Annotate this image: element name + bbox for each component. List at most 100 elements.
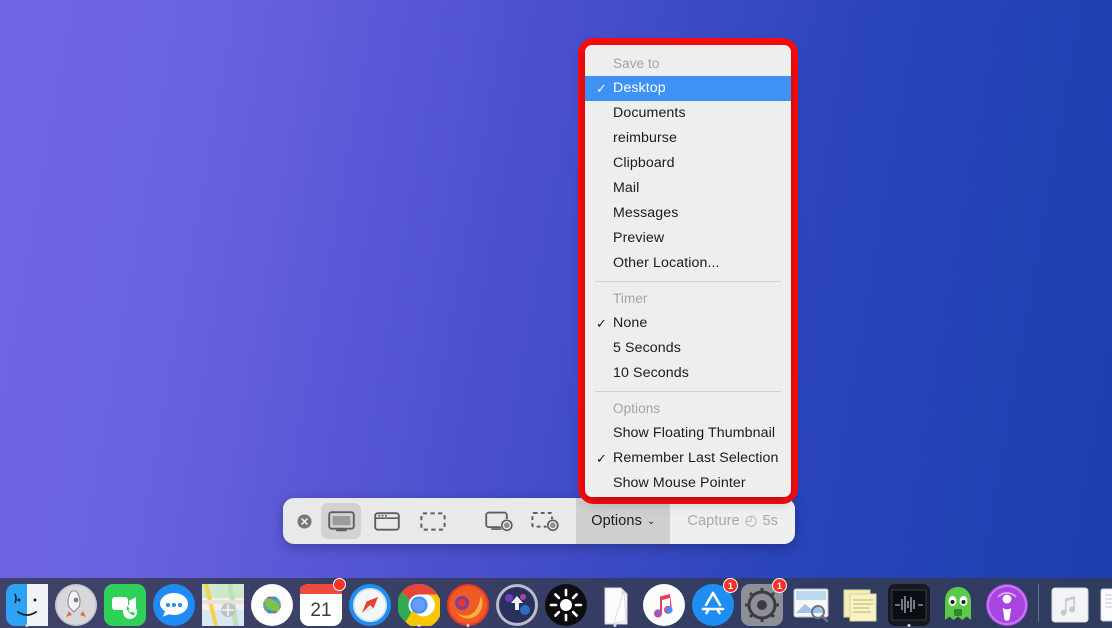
menu-separator <box>595 391 781 392</box>
capture-timer-value: 5s <box>762 513 778 529</box>
options-dropdown-menu: Save to ✓ Desktop Documents reimburse Clipboa… <box>585 45 791 497</box>
airdrop-icon <box>496 584 538 626</box>
podcasts-icon <box>986 584 1028 626</box>
dock-divider <box>1038 584 1039 622</box>
menu-item-label: 5 Seconds <box>613 340 681 356</box>
menu-item-messages[interactable]: Messages <box>585 201 791 226</box>
finder-icon <box>6 584 48 626</box>
launchpad-icon <box>55 584 97 626</box>
capture-selected-window-button[interactable] <box>367 503 407 539</box>
dock-item-finder[interactable] <box>4 580 50 626</box>
checkmark-icon: ✓ <box>596 314 607 333</box>
running-indicator <box>614 624 617 627</box>
menu-item-other-location[interactable]: Other Location... <box>585 251 791 276</box>
capture-entire-screen-button[interactable] <box>321 503 361 539</box>
menu-section-header: Timer <box>585 286 791 311</box>
menu-item-mail[interactable]: Mail <box>585 176 791 201</box>
record-entire-screen-button[interactable] <box>479 503 519 539</box>
music-stack-icon <box>1049 584 1091 626</box>
options-button-label: Options <box>591 513 642 529</box>
menu-item-10-seconds[interactable]: 10 Seconds <box>585 361 791 386</box>
menu-item-label: Desktop <box>613 80 666 96</box>
menu-item-label: Mail <box>613 180 639 196</box>
dock-item-airdrop[interactable] <box>494 580 540 626</box>
menu-item-desktop[interactable]: ✓ Desktop <box>585 76 791 101</box>
notification-badge: 1 <box>772 578 787 593</box>
dock-item-maps[interactable] <box>200 580 246 626</box>
facetime-icon <box>104 584 146 626</box>
pages-icon <box>594 584 636 626</box>
menu-item-label: Show Mouse Pointer <box>613 475 746 491</box>
menu-item-5-seconds[interactable]: 5 Seconds <box>585 336 791 361</box>
menu-item-preview[interactable]: Preview <box>585 226 791 251</box>
dock-item-calendar[interactable]: 21 <box>298 580 344 626</box>
audio-editor-icon <box>888 584 930 626</box>
menu-item-show-floating-thumbnail[interactable]: Show Floating Thumbnail <box>585 421 791 446</box>
menu-item-label: Other Location... <box>613 255 720 271</box>
menu-item-label: None <box>613 315 647 331</box>
notification-badge: 1 <box>723 578 738 593</box>
checkmark-icon: ✓ <box>596 79 607 98</box>
menu-item-label: Remember Last Selection <box>613 450 779 466</box>
chevron-down-icon: ⌄ <box>647 517 655 527</box>
menu-item-label: Clipboard <box>613 155 675 171</box>
toolbar-actions: Options ⌄ Capture ◴ 5s <box>576 498 795 544</box>
menu-item-label: Preview <box>613 230 664 246</box>
dock-item-app-store[interactable]: 1 <box>690 580 736 626</box>
capture-selected-portion-button[interactable] <box>413 503 453 539</box>
maps-icon <box>202 584 244 626</box>
menu-item-label: 10 Seconds <box>613 365 689 381</box>
menu-item-clipboard[interactable]: Clipboard <box>585 151 791 176</box>
dock-item-chrome[interactable] <box>396 580 442 626</box>
running-indicator <box>418 624 421 627</box>
running-indicator <box>908 624 911 627</box>
menu-separator <box>595 281 781 282</box>
menu-item-documents[interactable]: Documents <box>585 101 791 126</box>
toolbar-mode-buttons <box>283 498 567 544</box>
chrome-icon <box>398 584 440 626</box>
close-icon[interactable] <box>291 508 317 534</box>
dock-item-pages[interactable] <box>592 580 638 626</box>
dock-item-music-stack[interactable] <box>1047 580 1093 626</box>
firefox-icon <box>447 584 489 626</box>
preview-icon <box>790 584 832 626</box>
menu-item-remember-last-selection[interactable]: ✓ Remember Last Selection <box>585 446 791 471</box>
record-selected-portion-button[interactable] <box>525 503 565 539</box>
menu-item-label: Documents <box>613 105 686 121</box>
dock-item-safari[interactable] <box>347 580 393 626</box>
dock-item-system-preferences[interactable]: 1 <box>739 580 785 626</box>
dock-item-music[interactable] <box>641 580 687 626</box>
menu-section-header: Options <box>585 396 791 421</box>
menu-item-label: reimburse <box>613 130 677 146</box>
svg-text:21: 21 <box>310 600 331 621</box>
messages-icon <box>153 584 195 626</box>
dock-item-ghost-app[interactable] <box>935 580 981 626</box>
capture-button-label: Capture <box>687 513 739 529</box>
photos-icon <box>251 584 293 626</box>
dock-item-podcasts[interactable] <box>984 580 1030 626</box>
dock-item-documents-stack[interactable] <box>1096 580 1112 626</box>
dock-item-audio-editor[interactable] <box>886 580 932 626</box>
screenshot-capture-toolbar: Options ⌄ Capture ◴ 5s <box>283 498 795 544</box>
dock-item-messages[interactable] <box>151 580 197 626</box>
menu-item-label: Messages <box>613 205 678 221</box>
dock-item-preview[interactable] <box>788 580 834 626</box>
dock-item-launchpad[interactable] <box>53 580 99 626</box>
menu-item-reimburse[interactable]: reimburse <box>585 126 791 151</box>
brightness-icon <box>545 584 587 626</box>
stickies-icon <box>839 584 881 626</box>
dock-item-stickies[interactable] <box>837 580 883 626</box>
dock-item-brightness[interactable] <box>543 580 589 626</box>
dock-item-firefox[interactable] <box>445 580 491 626</box>
options-button[interactable]: Options ⌄ <box>576 498 670 544</box>
menu-item-show-mouse-pointer[interactable]: Show Mouse Pointer <box>585 471 791 496</box>
menu-item-label: Show Floating Thumbnail <box>613 425 775 441</box>
options-menu-annotation-box: Save to ✓ Desktop Documents reimburse Clipboa… <box>578 38 798 504</box>
dock-item-facetime[interactable] <box>102 580 148 626</box>
capture-button[interactable]: Capture ◴ 5s <box>670 498 795 544</box>
checkmark-icon: ✓ <box>596 449 607 468</box>
dock-item-photos[interactable] <box>249 580 295 626</box>
running-indicator <box>467 624 470 627</box>
menu-item-none[interactable]: ✓ None <box>585 311 791 336</box>
menu-section-header: Save to <box>585 51 791 76</box>
